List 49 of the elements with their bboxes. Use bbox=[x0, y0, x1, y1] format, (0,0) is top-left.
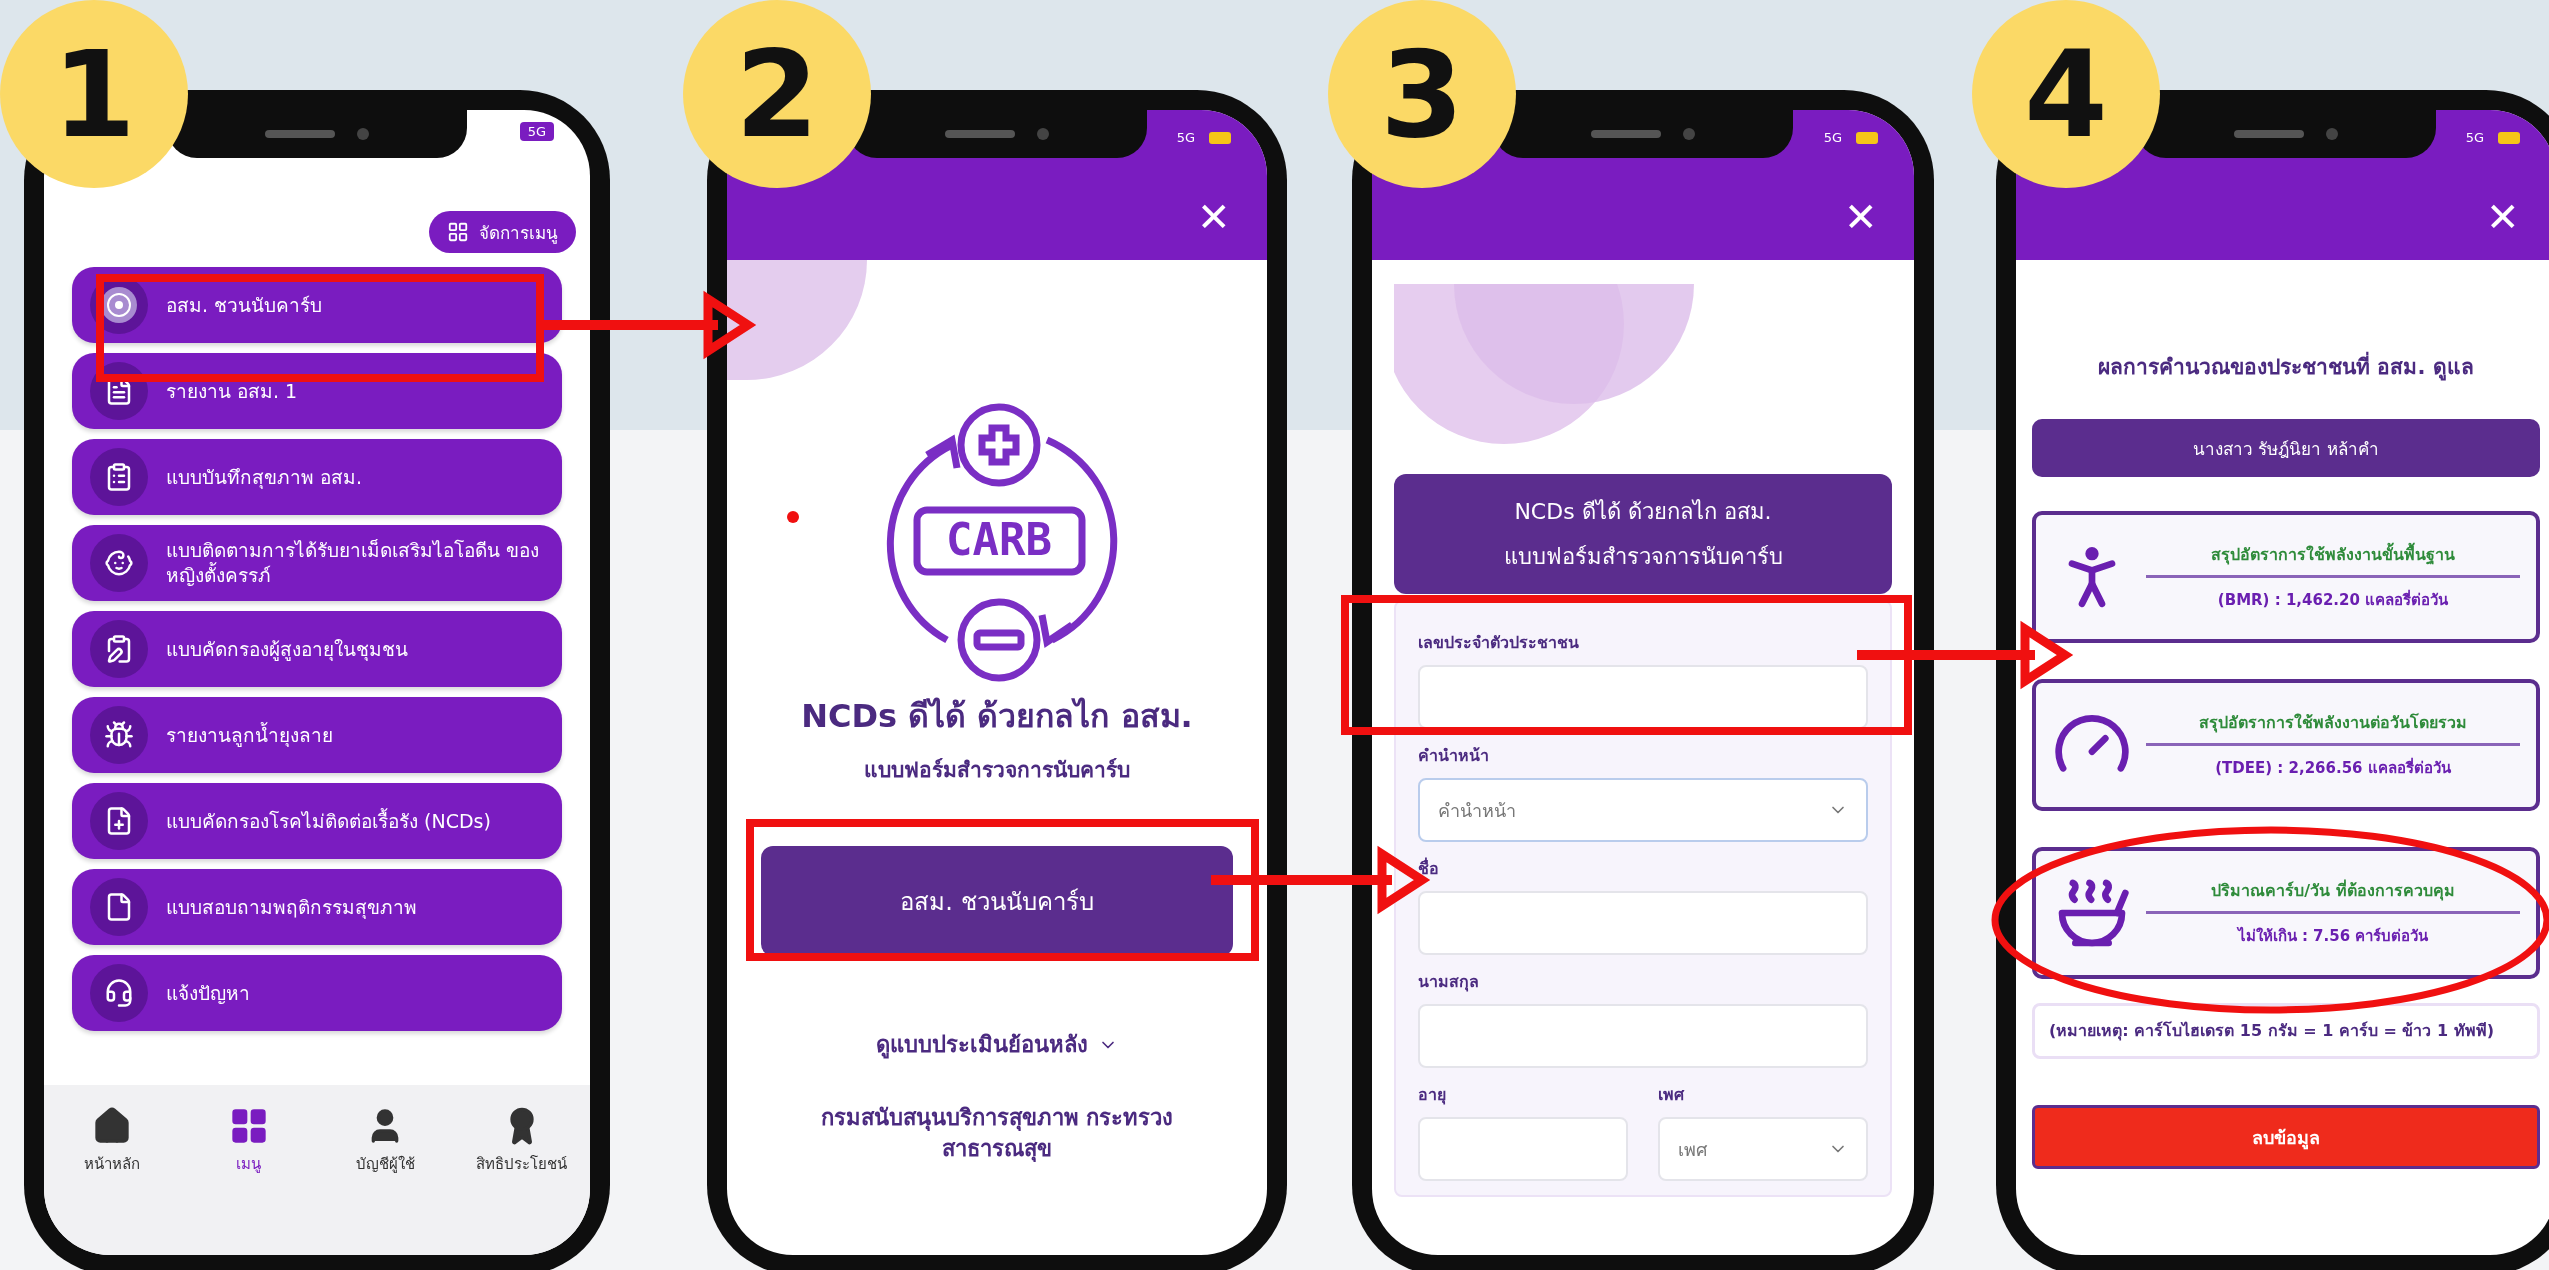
card-title: สรุปอัตราการใช้พลังงานต่อวันโดยรวม bbox=[2146, 710, 2520, 746]
menu-item[interactable]: แบบคัดกรองโรคไม่ติดต่อเรื้อรัง (NCDs) bbox=[72, 783, 562, 859]
step-number: 4 bbox=[1972, 0, 2160, 188]
footer-text: กรมสนับสนุนบริการสุขภาพ กระทรวงสาธารณสุข bbox=[819, 1104, 1175, 1164]
card-title: สรุปอัตราการใช้พลังงานขั้นพื้นฐาน bbox=[2146, 542, 2520, 578]
card-value: ไม่ให้เกิน : 7.56 คาร์บต่อวัน bbox=[2237, 925, 2429, 947]
field-label: คำนำหน้า bbox=[1418, 745, 1490, 767]
nav-tab[interactable]: สิทธิประโยชน์ bbox=[453, 1105, 590, 1185]
step-number: 3 bbox=[1328, 0, 1516, 188]
form-title: NCDs ดีได้ ด้วยกลไก อสม. bbox=[800, 696, 1194, 737]
select-field[interactable]: เพศ bbox=[1658, 1117, 1868, 1181]
field-label: นามสกุล bbox=[1418, 971, 1480, 994]
status-text: 5G bbox=[519, 122, 554, 141]
start-button[interactable]: อสม. ชวนนับคาร์บ bbox=[761, 846, 1233, 956]
result-title: ผลการคำนวณของประชาชนที่ อสม. ดูแล bbox=[2032, 350, 2540, 383]
close-button[interactable]: ✕ bbox=[1197, 197, 1231, 237]
menu-item[interactable]: รายงานลูกน้ำยุงลาย bbox=[72, 697, 562, 773]
close-button[interactable]: ✕ bbox=[2486, 197, 2520, 237]
history-link[interactable]: ดูแบบประเมินย้อนหลัง bbox=[870, 1026, 1124, 1063]
form-subtitle: แบบฟอร์มสำรวจการนับคาร์บ bbox=[863, 757, 1131, 784]
carb-label: CARB bbox=[946, 514, 1052, 565]
field-label: อายุ bbox=[1418, 1084, 1447, 1107]
select-field[interactable]: คำนำหน้า bbox=[1418, 778, 1868, 842]
nav-tab[interactable]: เมนู bbox=[180, 1105, 317, 1185]
nav-tab[interactable]: บัญชีผู้ใช้ bbox=[317, 1105, 454, 1185]
header-text: แบบฟอร์มสำรวจการนับคาร์บ bbox=[1503, 543, 1783, 571]
nav-tab[interactable]: หน้าหลัก bbox=[44, 1105, 181, 1185]
field-label: เลขประจำตัวประชาชน bbox=[1418, 632, 1580, 654]
card-title: ปริมาณคาร์บ/วัน ที่ต้องการควบคุม bbox=[2146, 878, 2520, 914]
header-text: NCDs ดีได้ ด้วยกลไก อสม. bbox=[1514, 498, 1772, 526]
note-text: (หมายเหตุ: คาร์โบไฮเดรต 15 กรัม = 1 คาร์บ = ข้าว 1 ทัพพี) bbox=[2032, 1003, 2540, 1060]
menu-item[interactable]: แบบบันทึกสุขภาพ อสม. bbox=[72, 439, 562, 515]
menu-item[interactable]: แจ้งปัญหา bbox=[72, 955, 562, 1031]
menu-item[interactable]: แบบสอบถามพฤติกรรมสุขภาพ bbox=[72, 869, 562, 945]
manage-menu-button[interactable]: จัดการเมนู bbox=[429, 211, 576, 253]
step-number: 2 bbox=[683, 0, 871, 188]
status-text: 5G bbox=[2464, 129, 2485, 147]
menu-item[interactable]: แบบคัดกรองผู้สูงอายุในชุมชน bbox=[72, 611, 562, 687]
menu-item[interactable]: แบบติดตามการได้รับยาเม็ดเสริมไอโอดีน ของหญิงตั้งครรภ์ bbox=[72, 525, 562, 601]
step-number: 1 bbox=[0, 0, 188, 188]
card-value: (BMR) : 1,462.20 แคลอรี่ต่อวัน bbox=[2217, 588, 2449, 611]
close-button[interactable]: ✕ bbox=[1844, 197, 1878, 237]
delete-button[interactable]: ลบข้อมูล bbox=[2032, 1105, 2540, 1170]
field-label: เพศ bbox=[1658, 1084, 1686, 1106]
person-name: นางสาว รัษฎ์นิยา หล้าคำ bbox=[2032, 419, 2540, 477]
card-value: (TDEE) : 2,266.56 แคลอรี่ต่อวัน bbox=[2215, 756, 2451, 779]
status-text: 5G bbox=[1822, 129, 1843, 147]
status-text: 5G bbox=[1175, 129, 1196, 147]
field-label: ชื่อ bbox=[1418, 856, 1440, 880]
